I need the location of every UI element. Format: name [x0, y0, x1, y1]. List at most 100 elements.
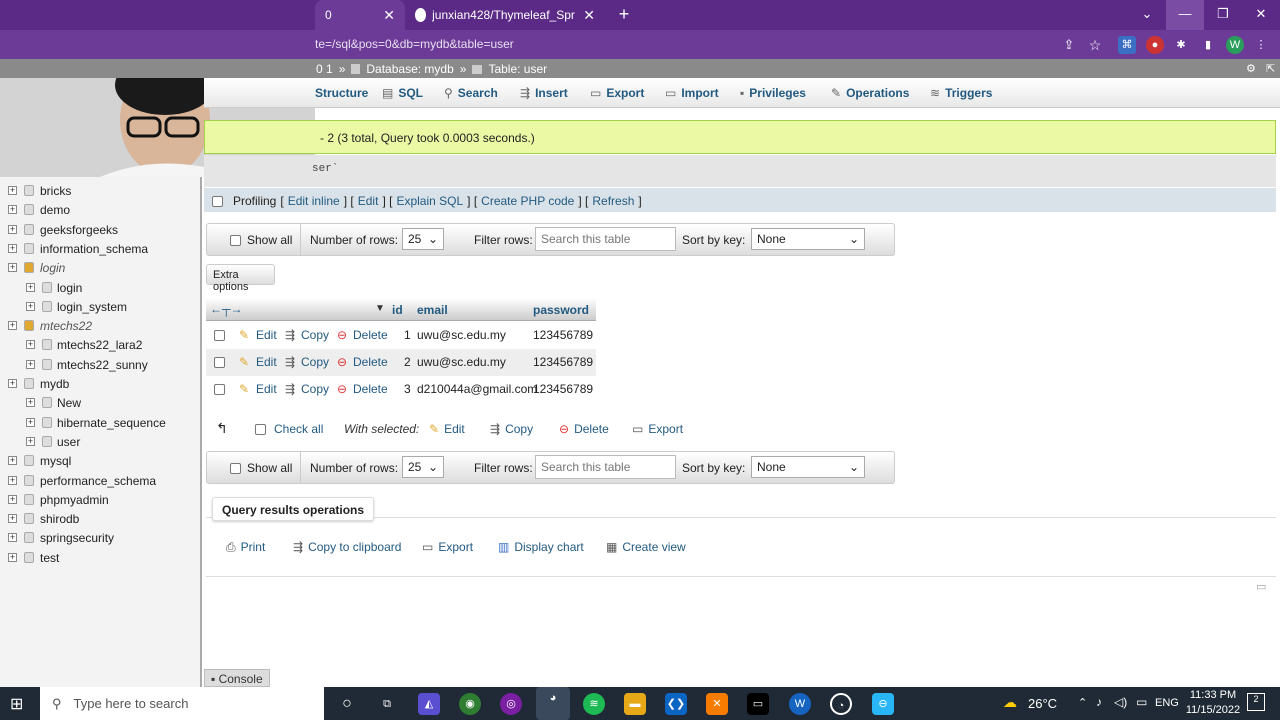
folder-icon[interactable]: ▬ [624, 693, 646, 715]
tab-search[interactable]: ⚲ Search [444, 86, 498, 100]
expand-icon[interactable]: + [8, 494, 17, 504]
browser-tab[interactable]: 0 ✕ [315, 0, 405, 30]
minimize-button[interactable]: — [1166, 0, 1204, 30]
weather-temp[interactable]: 26°C [1028, 696, 1057, 711]
expand-icon[interactable]: + [8, 205, 17, 215]
edit-inline-link[interactable]: Edit inline [288, 194, 340, 208]
console-tab[interactable]: ▪ Console [204, 669, 270, 687]
filter-rows-input[interactable]: Search this table [535, 455, 676, 479]
volume-icon[interactable]: ◁) [1114, 695, 1127, 709]
bulk-export-button[interactable]: ▭ Export [632, 422, 683, 436]
expand-icon[interactable]: + [26, 417, 35, 427]
expand-icon[interactable]: + [26, 398, 35, 408]
new-tab-button[interactable]: + [614, 4, 634, 24]
show-all-checkbox[interactable] [230, 234, 241, 246]
sidebar-item[interactable]: mtechs22_sunny [57, 358, 148, 372]
expand-icon[interactable]: + [8, 186, 17, 195]
sidebar-item[interactable]: mydb [40, 377, 69, 391]
sort-by-key-select[interactable]: None ⌄ [751, 456, 865, 478]
obs-icon[interactable]: ◔ [830, 693, 852, 715]
expand-icon[interactable]: + [8, 379, 17, 388]
crumb-database[interactable]: Database: mydb [366, 62, 453, 76]
tab-operations[interactable]: ✎ Operations [831, 86, 909, 100]
create-php-code-link[interactable]: Create PHP code [481, 194, 574, 208]
sidebar-item[interactable]: phpmyadmin [40, 493, 109, 507]
share-icon[interactable]: ⇪ [1060, 36, 1078, 54]
sidebar-item[interactable]: geeksforgeeks [40, 223, 118, 237]
row-edit-link[interactable]: Edit [256, 322, 277, 349]
sidebar-item[interactable]: login [57, 281, 82, 295]
sort-by-key-select[interactable]: None ⌄ [751, 228, 865, 250]
terminal-icon[interactable]: ▭ [747, 693, 769, 715]
puzzle-icon[interactable]: ✱ [1172, 36, 1190, 54]
filter-rows-input[interactable]: Search this table [535, 227, 676, 251]
sidebar-item[interactable]: user [57, 435, 80, 449]
expand-icon[interactable]: + [26, 282, 35, 292]
star-icon[interactable]: ☆ [1086, 36, 1104, 54]
extra-options-button[interactable]: Extra options [206, 264, 275, 293]
sidebar-item[interactable]: mtechs22 [40, 319, 92, 333]
expand-icon[interactable]: + [8, 514, 17, 524]
clock-time[interactable]: 11:33 PM [1188, 689, 1238, 701]
sidebar-item[interactable]: bricks [40, 184, 71, 198]
chrome-icon[interactable]: ◕ [536, 687, 570, 720]
cortana-icon[interactable]: ○ [336, 693, 358, 715]
column-header-email[interactable]: email [417, 303, 448, 317]
bookmark-icon[interactable]: ▭ [1256, 580, 1266, 593]
copy-to-clipboard-button[interactable]: ⇶ Copy to clipboard [293, 540, 401, 554]
row-checkbox[interactable] [214, 357, 225, 368]
expand-icon[interactable]: + [8, 533, 17, 543]
sidebar-item[interactable]: mysql [40, 454, 71, 468]
tab-export[interactable]: ▭ Export [590, 86, 644, 100]
sidebar-item[interactable]: information_schema [40, 242, 148, 256]
app-icon[interactable]: ⊖ [872, 693, 894, 715]
expand-icon[interactable]: + [8, 321, 17, 331]
row-copy-link[interactable]: Copy [301, 322, 329, 349]
chevron-up-icon[interactable]: ⌃ [1078, 696, 1087, 709]
app-icon[interactable]: ◉ [459, 693, 481, 715]
number-of-rows-select[interactable]: 25 ⌄ [402, 228, 444, 250]
crumb-server[interactable]: 0 1 [316, 62, 333, 76]
xampp-icon[interactable]: ✕ [706, 693, 728, 715]
network-icon[interactable]: ▭ [1136, 695, 1147, 709]
sidebar-item[interactable]: login [40, 261, 65, 275]
row-delete-link[interactable]: Delete [353, 376, 388, 403]
bulk-edit-button[interactable]: ✎ Edit [429, 422, 465, 436]
edit-link[interactable]: Edit [358, 194, 379, 208]
sidebar-item[interactable]: test [40, 551, 59, 565]
expand-icon[interactable]: + [26, 301, 35, 311]
row-checkbox[interactable] [214, 384, 225, 395]
number-of-rows-select[interactable]: 25 ⌄ [402, 456, 444, 478]
profiling-checkbox[interactable] [212, 195, 223, 207]
sidebar-item[interactable]: shirodb [40, 512, 79, 526]
tab-import[interactable]: ▭ Import [665, 86, 719, 100]
gear-icon[interactable]: ⚙ [1246, 62, 1256, 75]
windows-start-icon[interactable]: ⊞ [10, 694, 23, 714]
tab-triggers[interactable]: ≋ Triggers [930, 86, 992, 100]
sidebar-item[interactable]: New [57, 396, 81, 410]
taskbar-search[interactable]: ⚲ Type here to search [40, 687, 324, 720]
column-header-id[interactable]: id [392, 303, 403, 317]
export-button[interactable]: ▭ Export [422, 540, 473, 554]
refresh-link[interactable]: Refresh [592, 194, 634, 208]
chevron-down-icon[interactable]: ⌄ [1128, 0, 1166, 30]
bulk-delete-button[interactable]: ⊖ Delete [559, 422, 609, 436]
expand-icon[interactable]: + [8, 475, 17, 485]
browser-tab[interactable]: junxian428/Thymeleaf_Spring_Se ✕ [405, 0, 605, 30]
tab-sql[interactable]: ▤ SQL [382, 86, 423, 100]
create-view-button[interactable]: ▦ Create view [606, 540, 686, 554]
row-edit-link[interactable]: Edit [256, 349, 277, 376]
expand-icon[interactable]: + [8, 243, 17, 253]
row-checkbox[interactable] [214, 330, 225, 341]
row-edit-link[interactable]: Edit [256, 376, 277, 403]
column-header-password[interactable]: password [533, 303, 589, 317]
check-all-label[interactable]: Check all [274, 422, 323, 436]
sidebar-item[interactable]: demo [40, 203, 70, 217]
show-all-checkbox[interactable] [230, 462, 241, 474]
row-copy-link[interactable]: Copy [301, 376, 329, 403]
sidebar-item[interactable]: performance_schema [40, 474, 156, 488]
word-icon[interactable]: W [789, 693, 811, 715]
app-icon[interactable]: ◎ [500, 693, 522, 715]
expand-icon[interactable]: + [8, 552, 17, 562]
close-window-button[interactable]: ✕ [1242, 0, 1280, 30]
